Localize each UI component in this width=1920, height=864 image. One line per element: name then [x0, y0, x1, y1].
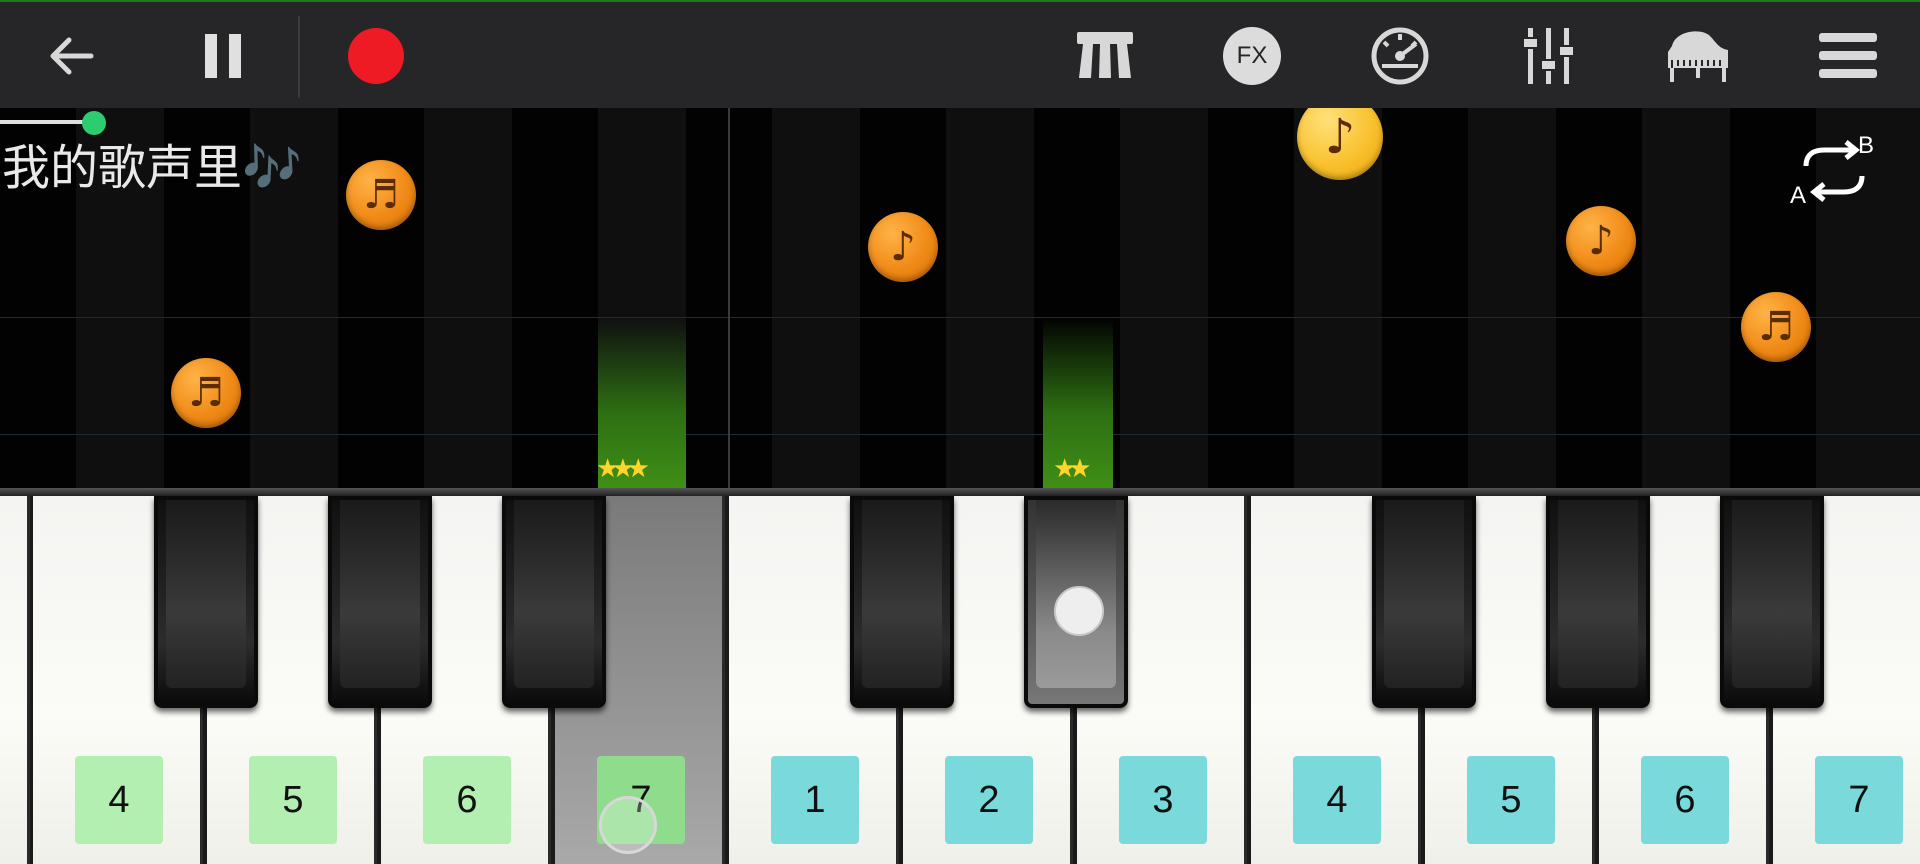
star-burst: ★★★	[596, 454, 650, 484]
back-arrow-icon	[50, 37, 94, 75]
key-label: 6	[1641, 756, 1729, 844]
hit-highlight: ★★	[1043, 318, 1113, 488]
white-key[interactable]	[0, 496, 30, 864]
song-title: 我的歌声里🎶	[2, 140, 302, 196]
record-icon	[348, 28, 404, 84]
key-label: 5	[249, 756, 337, 844]
falling-notes-area: ★★★ ★★ ♬ ♪ ♪ ♪ ♬ ♬ 我的歌声里🎶 B A	[0, 108, 1920, 488]
pause-button[interactable]	[178, 12, 268, 100]
key-label: 3	[1119, 756, 1207, 844]
black-key[interactable]	[850, 496, 954, 708]
music-note-icon: ♬	[1758, 304, 1794, 350]
black-key[interactable]	[502, 496, 606, 708]
key-count-icon	[1077, 32, 1133, 78]
music-note-icon: ♪	[1588, 218, 1614, 264]
touch-indicator	[1054, 586, 1104, 636]
top-toolbar: FX	[0, 0, 1920, 108]
music-note-icon: ♪	[890, 224, 916, 270]
pause-icon	[205, 34, 241, 78]
black-key[interactable]	[1720, 496, 1824, 708]
grand-piano-icon	[1668, 31, 1728, 82]
key-label: 2	[945, 756, 1033, 844]
key-label: 5	[1467, 756, 1555, 844]
black-key[interactable]	[328, 496, 432, 708]
black-key-pressed[interactable]	[1024, 496, 1128, 708]
metronome-button[interactable]	[1355, 12, 1445, 100]
black-key[interactable]	[1546, 496, 1650, 708]
menu-icon	[1819, 33, 1877, 78]
hit-highlight: ★★★	[596, 318, 686, 488]
octave-divider	[728, 108, 730, 488]
note-lane	[1120, 108, 1208, 488]
key-label: 4	[1293, 756, 1381, 844]
music-note-icon: ♪	[1324, 109, 1356, 165]
black-key-face	[1558, 500, 1638, 688]
note-bubble[interactable]: ♪	[1566, 206, 1636, 276]
key-label: 7	[1815, 756, 1903, 844]
black-key-face	[1732, 500, 1812, 688]
note-bubble[interactable]: ♬	[1741, 292, 1811, 362]
note-bubble[interactable]: ♬	[346, 160, 416, 230]
key-label: 4	[75, 756, 163, 844]
note-lane	[772, 108, 860, 488]
menu-button[interactable]	[1803, 12, 1893, 100]
loop-a-label: A	[1790, 182, 1807, 209]
fx-button[interactable]: FX	[1207, 12, 1297, 100]
black-key[interactable]	[1372, 496, 1476, 708]
metronome-icon	[1371, 27, 1429, 85]
note-lane	[424, 108, 512, 488]
note-lane	[946, 108, 1034, 488]
music-note-icon: ♬	[363, 172, 399, 218]
fx-icon: FX	[1223, 27, 1281, 85]
toolbar-divider	[298, 16, 300, 98]
mixer-icon	[1522, 28, 1575, 84]
keyboard-edge	[0, 488, 1920, 496]
fx-label: FX	[1236, 42, 1268, 69]
black-key-face	[166, 500, 246, 688]
instrument-button[interactable]	[1652, 12, 1742, 100]
note-bubble[interactable]: ♪	[868, 212, 938, 282]
key-label: 1	[771, 756, 859, 844]
beat-line	[0, 317, 1920, 318]
song-progress-track[interactable]	[0, 120, 92, 124]
black-key[interactable]	[154, 496, 258, 708]
black-key-face	[514, 500, 594, 688]
note-bubble[interactable]: ♬	[171, 358, 241, 428]
black-key-face	[1384, 500, 1464, 688]
record-button[interactable]	[331, 12, 421, 100]
mixer-button[interactable]	[1504, 12, 1594, 100]
music-note-icon: ♬	[188, 370, 224, 416]
touch-ring	[599, 796, 657, 854]
beat-line	[0, 434, 1920, 435]
note-lane	[1642, 108, 1730, 488]
piano-keyboard: 4 5 6 7 1 2 3 4 5 6 7	[0, 488, 1920, 864]
key-label: 6	[423, 756, 511, 844]
back-button[interactable]	[26, 12, 116, 100]
loop-b-label: B	[1858, 132, 1875, 159]
black-key-face	[340, 500, 420, 688]
black-key-face	[862, 500, 942, 688]
ab-loop-button[interactable]: B A	[1790, 132, 1880, 209]
note-lane	[1468, 108, 1556, 488]
star-burst: ★★	[1053, 454, 1092, 484]
key-count-button[interactable]	[1060, 12, 1150, 100]
